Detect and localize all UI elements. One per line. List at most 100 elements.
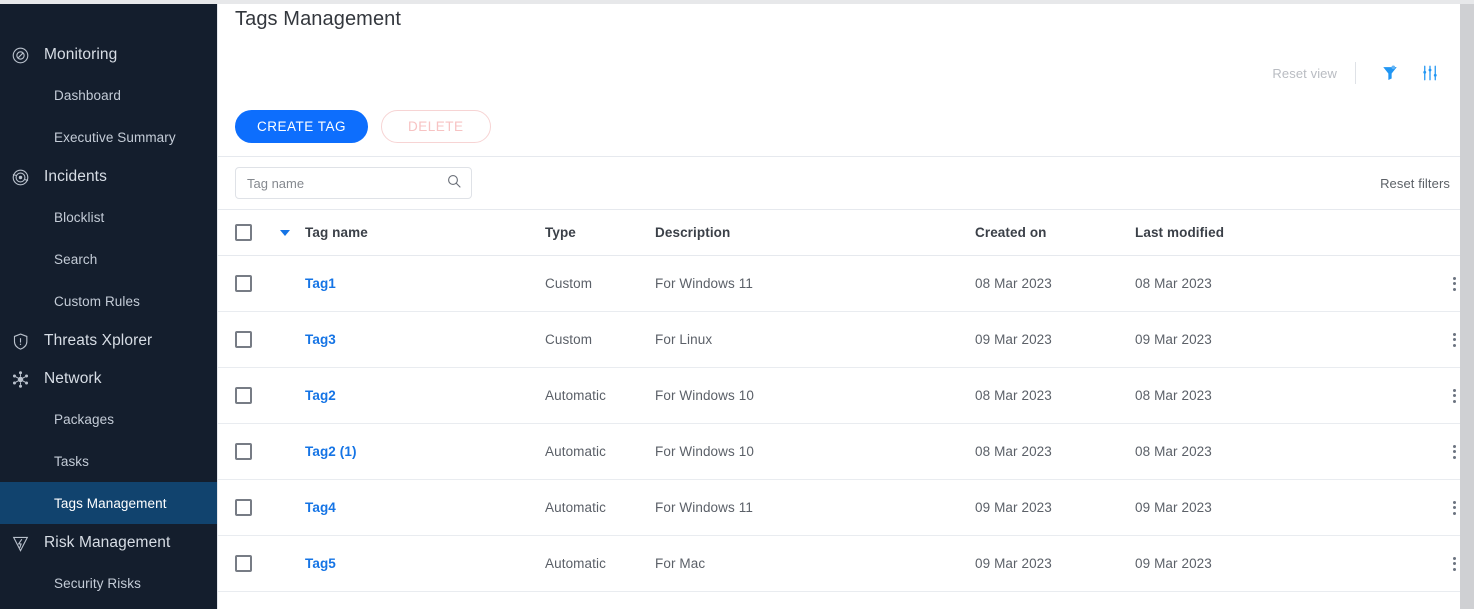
sidebar-item-tags-management[interactable]: Tags Management xyxy=(0,482,217,524)
sidebar-item-executive-summary[interactable]: Executive Summary xyxy=(0,116,217,158)
cell-created-on: 09 Mar 2023 xyxy=(975,500,1135,515)
cell-last-modified: 08 Mar 2023 xyxy=(1135,276,1434,291)
table-row[interactable]: Tag3 Custom For Linux 09 Mar 2023 09 Mar… xyxy=(218,312,1474,368)
cell-last-modified: 09 Mar 2023 xyxy=(1135,556,1434,571)
cell-last-modified: 08 Mar 2023 xyxy=(1135,444,1434,459)
table-row[interactable]: Tag2 (1) Automatic For Windows 10 08 Mar… xyxy=(218,424,1474,480)
cell-description: For Mac xyxy=(655,556,975,571)
sidebar-item-tasks[interactable]: Tasks xyxy=(0,440,217,482)
cell-type: Automatic xyxy=(545,388,655,403)
column-settings-sliders-icon[interactable] xyxy=(1410,60,1450,86)
row-more-options-icon[interactable] xyxy=(1450,554,1459,574)
page-title: Tags Management xyxy=(218,0,1474,31)
row-more-options-icon[interactable] xyxy=(1450,498,1459,518)
column-header-type[interactable]: Type xyxy=(545,225,655,240)
column-header-created-on[interactable]: Created on xyxy=(975,225,1135,240)
row-checkbox[interactable] xyxy=(235,443,252,460)
sidebar-item-policies[interactable]: Policies xyxy=(0,604,217,609)
sidebar-item-label: Packages xyxy=(54,412,114,427)
sidebar: Monitoring Dashboard Executive Summary I… xyxy=(0,0,217,609)
page-vertical-scrollbar[interactable] xyxy=(1460,0,1474,609)
sidebar-item-label: Risk Management xyxy=(44,534,170,552)
create-tag-button[interactable]: CREATE TAG xyxy=(235,110,368,143)
sidebar-item-packages[interactable]: Packages xyxy=(0,398,217,440)
sidebar-item-blocklist[interactable]: Blocklist xyxy=(0,196,217,238)
row-checkbox-cell xyxy=(235,275,280,292)
cell-type: Automatic xyxy=(545,500,655,515)
select-all-checkbox[interactable] xyxy=(235,224,252,241)
sidebar-item-label: Security Risks xyxy=(54,576,141,591)
reset-view-button[interactable]: Reset view xyxy=(1272,66,1355,81)
column-header-tag-name[interactable]: Tag name xyxy=(305,225,545,240)
cell-description: For Windows 11 xyxy=(655,500,975,515)
window-top-strip xyxy=(0,0,1474,4)
row-checkbox[interactable] xyxy=(235,499,252,516)
sidebar-item-search[interactable]: Search xyxy=(0,238,217,280)
tags-table: Tag name Type Description Created on Las… xyxy=(218,210,1474,592)
search-input[interactable] xyxy=(247,176,446,191)
toolbar-divider xyxy=(1355,62,1356,84)
main-content: Tags Management Reset view CREATE xyxy=(217,0,1474,609)
sidebar-item-custom-rules[interactable]: Custom Rules xyxy=(0,280,217,322)
cell-tag-name[interactable]: Tag3 xyxy=(305,332,545,347)
cell-created-on: 09 Mar 2023 xyxy=(975,556,1135,571)
sidebar-item-label: Incidents xyxy=(44,168,107,186)
cell-tag-name[interactable]: Tag4 xyxy=(305,500,545,515)
cell-tag-name[interactable]: Tag2 (1) xyxy=(305,444,545,459)
cell-last-modified: 08 Mar 2023 xyxy=(1135,388,1434,403)
column-header-last-modified[interactable]: Last modified xyxy=(1135,225,1434,240)
sidebar-item-threats-xplorer[interactable]: Threats Xplorer xyxy=(0,322,217,360)
sidebar-item-label: Network xyxy=(44,370,102,388)
cell-type: Automatic xyxy=(545,556,655,571)
row-more-options-icon[interactable] xyxy=(1450,442,1459,462)
search-icon[interactable] xyxy=(446,173,462,194)
cell-type: Custom xyxy=(545,332,655,347)
cell-last-modified: 09 Mar 2023 xyxy=(1135,500,1434,515)
filter-funnel-icon[interactable] xyxy=(1370,60,1410,86)
row-checkbox-cell xyxy=(235,331,280,348)
row-checkbox[interactable] xyxy=(235,387,252,404)
cell-created-on: 09 Mar 2023 xyxy=(975,332,1135,347)
app-root: Monitoring Dashboard Executive Summary I… xyxy=(0,0,1474,609)
row-more-options-icon[interactable] xyxy=(1450,386,1459,406)
sidebar-item-label: Custom Rules xyxy=(54,294,140,309)
cell-type: Automatic xyxy=(545,444,655,459)
sidebar-item-risk-management[interactable]: Risk Management xyxy=(0,524,217,562)
sort-caret-cell xyxy=(280,230,305,236)
delete-button[interactable]: DELETE xyxy=(381,110,491,143)
sort-descending-caret-icon[interactable] xyxy=(280,230,290,236)
select-all-checkbox-cell xyxy=(235,224,280,241)
table-row[interactable]: Tag2 Automatic For Windows 10 08 Mar 202… xyxy=(218,368,1474,424)
sidebar-item-incidents[interactable]: Incidents xyxy=(0,158,217,196)
row-more-options-icon[interactable] xyxy=(1450,274,1459,294)
row-checkbox[interactable] xyxy=(235,275,252,292)
sidebar-item-security-risks[interactable]: Security Risks xyxy=(0,562,217,604)
sidebar-item-label: Threats Xplorer xyxy=(44,332,152,350)
row-more-options-icon[interactable] xyxy=(1450,330,1459,350)
column-header-description[interactable]: Description xyxy=(655,225,975,240)
sidebar-item-label: Executive Summary xyxy=(54,130,176,145)
shield-alert-icon xyxy=(10,331,30,351)
action-buttons: CREATE TAG DELETE xyxy=(218,110,491,143)
network-nodes-icon xyxy=(10,369,30,389)
cell-created-on: 08 Mar 2023 xyxy=(975,444,1135,459)
row-checkbox[interactable] xyxy=(235,331,252,348)
cell-description: For Windows 10 xyxy=(655,388,975,403)
incidents-radar-icon xyxy=(10,167,30,187)
table-row[interactable]: Tag1 Custom For Windows 11 08 Mar 2023 0… xyxy=(218,256,1474,312)
cell-last-modified: 09 Mar 2023 xyxy=(1135,332,1434,347)
row-checkbox[interactable] xyxy=(235,555,252,572)
cell-tag-name[interactable]: Tag5 xyxy=(305,556,545,571)
table-row[interactable]: Tag4 Automatic For Windows 11 09 Mar 202… xyxy=(218,480,1474,536)
cell-tag-name[interactable]: Tag2 xyxy=(305,388,545,403)
risk-bolt-shield-icon xyxy=(10,533,30,553)
table-row[interactable]: Tag5 Automatic For Mac 09 Mar 2023 09 Ma… xyxy=(218,536,1474,592)
cell-tag-name[interactable]: Tag1 xyxy=(305,276,545,291)
row-checkbox-cell xyxy=(235,499,280,516)
sidebar-item-network[interactable]: Network xyxy=(0,360,217,398)
sidebar-item-label: Monitoring xyxy=(44,46,117,64)
sidebar-item-monitoring[interactable]: Monitoring xyxy=(0,36,217,74)
reset-filters-button[interactable]: Reset filters xyxy=(1380,176,1450,191)
search-input-wrapper[interactable] xyxy=(235,167,472,199)
sidebar-item-dashboard[interactable]: Dashboard xyxy=(0,74,217,116)
